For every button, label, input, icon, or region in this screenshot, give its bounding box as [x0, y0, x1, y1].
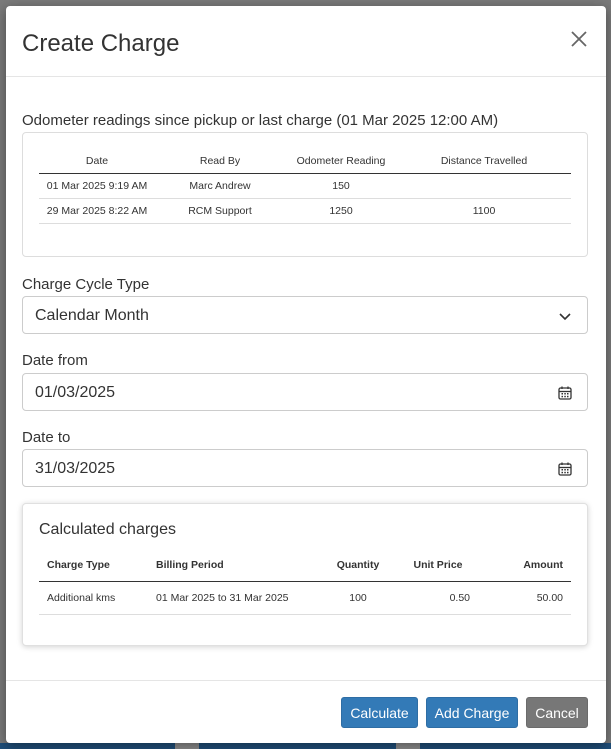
- column-header-quantity: Quantity: [318, 550, 398, 582]
- modal-title: Create Charge: [22, 30, 180, 57]
- charge-cycle-value: Calendar Month: [35, 307, 149, 324]
- modal-header: Create Charge: [6, 6, 606, 77]
- calendar-icon[interactable]: [557, 385, 573, 401]
- column-header-unit-price: Unit Price: [398, 550, 478, 582]
- cell-read-by: Marc Andrew: [155, 173, 285, 199]
- background-footer-bar: [0, 743, 611, 749]
- cell-date: 01 Mar 2025 9:19 AM: [39, 173, 155, 199]
- close-icon: [571, 31, 587, 47]
- odometer-label: Odometer readings since pickup or last c…: [22, 112, 499, 129]
- cell-charge-type: Additional kms: [39, 581, 148, 615]
- date-to-label: Date to: [22, 429, 71, 446]
- date-to-input[interactable]: 31/03/2025: [22, 449, 588, 487]
- cell-distance-travelled: 1100: [397, 198, 571, 224]
- add-charge-button[interactable]: Add Charge: [426, 697, 518, 728]
- background-tab: [396, 743, 420, 749]
- odometer-panel: Date Read By Odometer Reading Distance T…: [22, 132, 588, 257]
- cell-distance-travelled: [397, 173, 571, 199]
- background-tab: [175, 743, 199, 749]
- charge-cycle-select[interactable]: Calendar Month: [22, 296, 588, 334]
- calculated-charges-table: Charge Type Billing Period Quantity Unit…: [39, 550, 571, 615]
- column-header-distance-travelled: Distance Travelled: [397, 149, 571, 174]
- cell-date: 29 Mar 2025 8:22 AM: [39, 198, 155, 224]
- calendar-icon[interactable]: [557, 461, 573, 477]
- close-button[interactable]: [568, 28, 590, 50]
- column-header-amount: Amount: [478, 550, 571, 582]
- column-header-read-by: Read By: [155, 149, 285, 174]
- cancel-button[interactable]: Cancel: [526, 697, 588, 728]
- calculate-button[interactable]: Calculate: [341, 697, 418, 728]
- cell-read-by: RCM Support: [155, 198, 285, 224]
- calculated-header-row: Charge Type Billing Period Quantity Unit…: [39, 550, 571, 582]
- date-from-value: 01/03/2025: [35, 384, 116, 401]
- column-header-odometer-reading: Odometer Reading: [285, 149, 397, 174]
- table-row: 29 Mar 2025 8:22 AM RCM Support 1250 110…: [39, 198, 571, 224]
- create-charge-modal: Create Charge Odometer readings since pi…: [6, 6, 606, 743]
- table-row: Additional kms 01 Mar 2025 to 31 Mar 202…: [39, 581, 571, 615]
- cell-odometer-reading: 150: [285, 173, 397, 199]
- odometer-header-row: Date Read By Odometer Reading Distance T…: [39, 149, 571, 174]
- chevron-down-icon: [557, 308, 573, 324]
- cell-odometer-reading: 1250: [285, 198, 397, 224]
- calculated-charges-title: Calculated charges: [39, 521, 176, 538]
- odometer-table: Date Read By Odometer Reading Distance T…: [39, 149, 571, 224]
- date-from-input[interactable]: 01/03/2025: [22, 373, 588, 411]
- column-header-charge-type: Charge Type: [39, 550, 148, 582]
- cell-amount: 50.00: [478, 581, 571, 615]
- date-to-value: 31/03/2025: [35, 460, 116, 477]
- calculated-charges-panel: Calculated charges Charge Type Billing P…: [22, 503, 588, 646]
- modal-footer: Calculate Add Charge Cancel: [6, 680, 606, 743]
- cell-billing-period: 01 Mar 2025 to 31 Mar 2025: [148, 581, 318, 615]
- cell-unit-price: 0.50: [398, 581, 478, 615]
- column-header-date: Date: [39, 149, 155, 174]
- table-row: 01 Mar 2025 9:19 AM Marc Andrew 150: [39, 173, 571, 199]
- cell-quantity: 100: [318, 581, 398, 615]
- column-header-billing-period: Billing Period: [148, 550, 318, 582]
- date-from-label: Date from: [22, 352, 88, 369]
- charge-cycle-label: Charge Cycle Type: [22, 276, 150, 293]
